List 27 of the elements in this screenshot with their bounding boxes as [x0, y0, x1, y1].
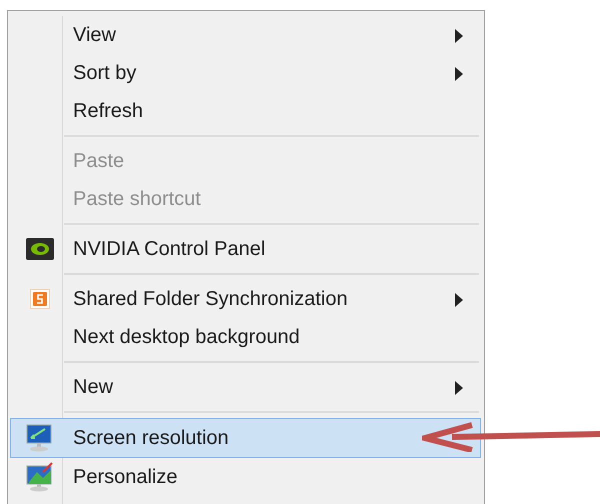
folder-sync-icon — [30, 289, 50, 309]
submenu-arrow-icon — [455, 293, 463, 307]
menu-item-label: Sort by — [72, 62, 136, 84]
menu-item-label: Refresh — [72, 100, 144, 122]
menu-item-label: View — [72, 24, 116, 46]
submenu-arrow-icon — [455, 381, 463, 395]
menu-item-label: New — [72, 376, 114, 398]
menu-item[interactable]: Screen resolution — [10, 418, 481, 458]
submenu-arrow-icon — [455, 67, 463, 81]
gpu-icon — [26, 238, 54, 260]
monitor-icon — [25, 462, 55, 492]
menu-item-label: Paste shortcut — [72, 188, 201, 210]
menu-item[interactable]: NVIDIA Control Panel — [10, 230, 481, 268]
submenu-arrow-icon — [455, 29, 463, 43]
menu-item[interactable]: Shared Folder Synchronization — [10, 280, 481, 318]
menu-item-label: Screen resolution — [72, 426, 229, 450]
menu-item[interactable]: View — [10, 16, 481, 54]
menu-item-label: Shared Folder Synchronization — [72, 288, 348, 310]
menu-item-label: NVIDIA Control Panel — [72, 238, 266, 260]
menu-item[interactable]: New — [10, 368, 481, 406]
menu-item-label: Personalize — [72, 466, 178, 488]
menu-item[interactable]: Sort by — [10, 54, 481, 92]
menu-item-label: Paste — [72, 150, 124, 172]
menu-item-label: Next desktop background — [72, 326, 300, 348]
menu-item[interactable]: Next desktop background — [10, 318, 481, 356]
menu-item[interactable]: Refresh — [10, 92, 481, 130]
menu-item[interactable]: Personalize — [10, 458, 481, 496]
